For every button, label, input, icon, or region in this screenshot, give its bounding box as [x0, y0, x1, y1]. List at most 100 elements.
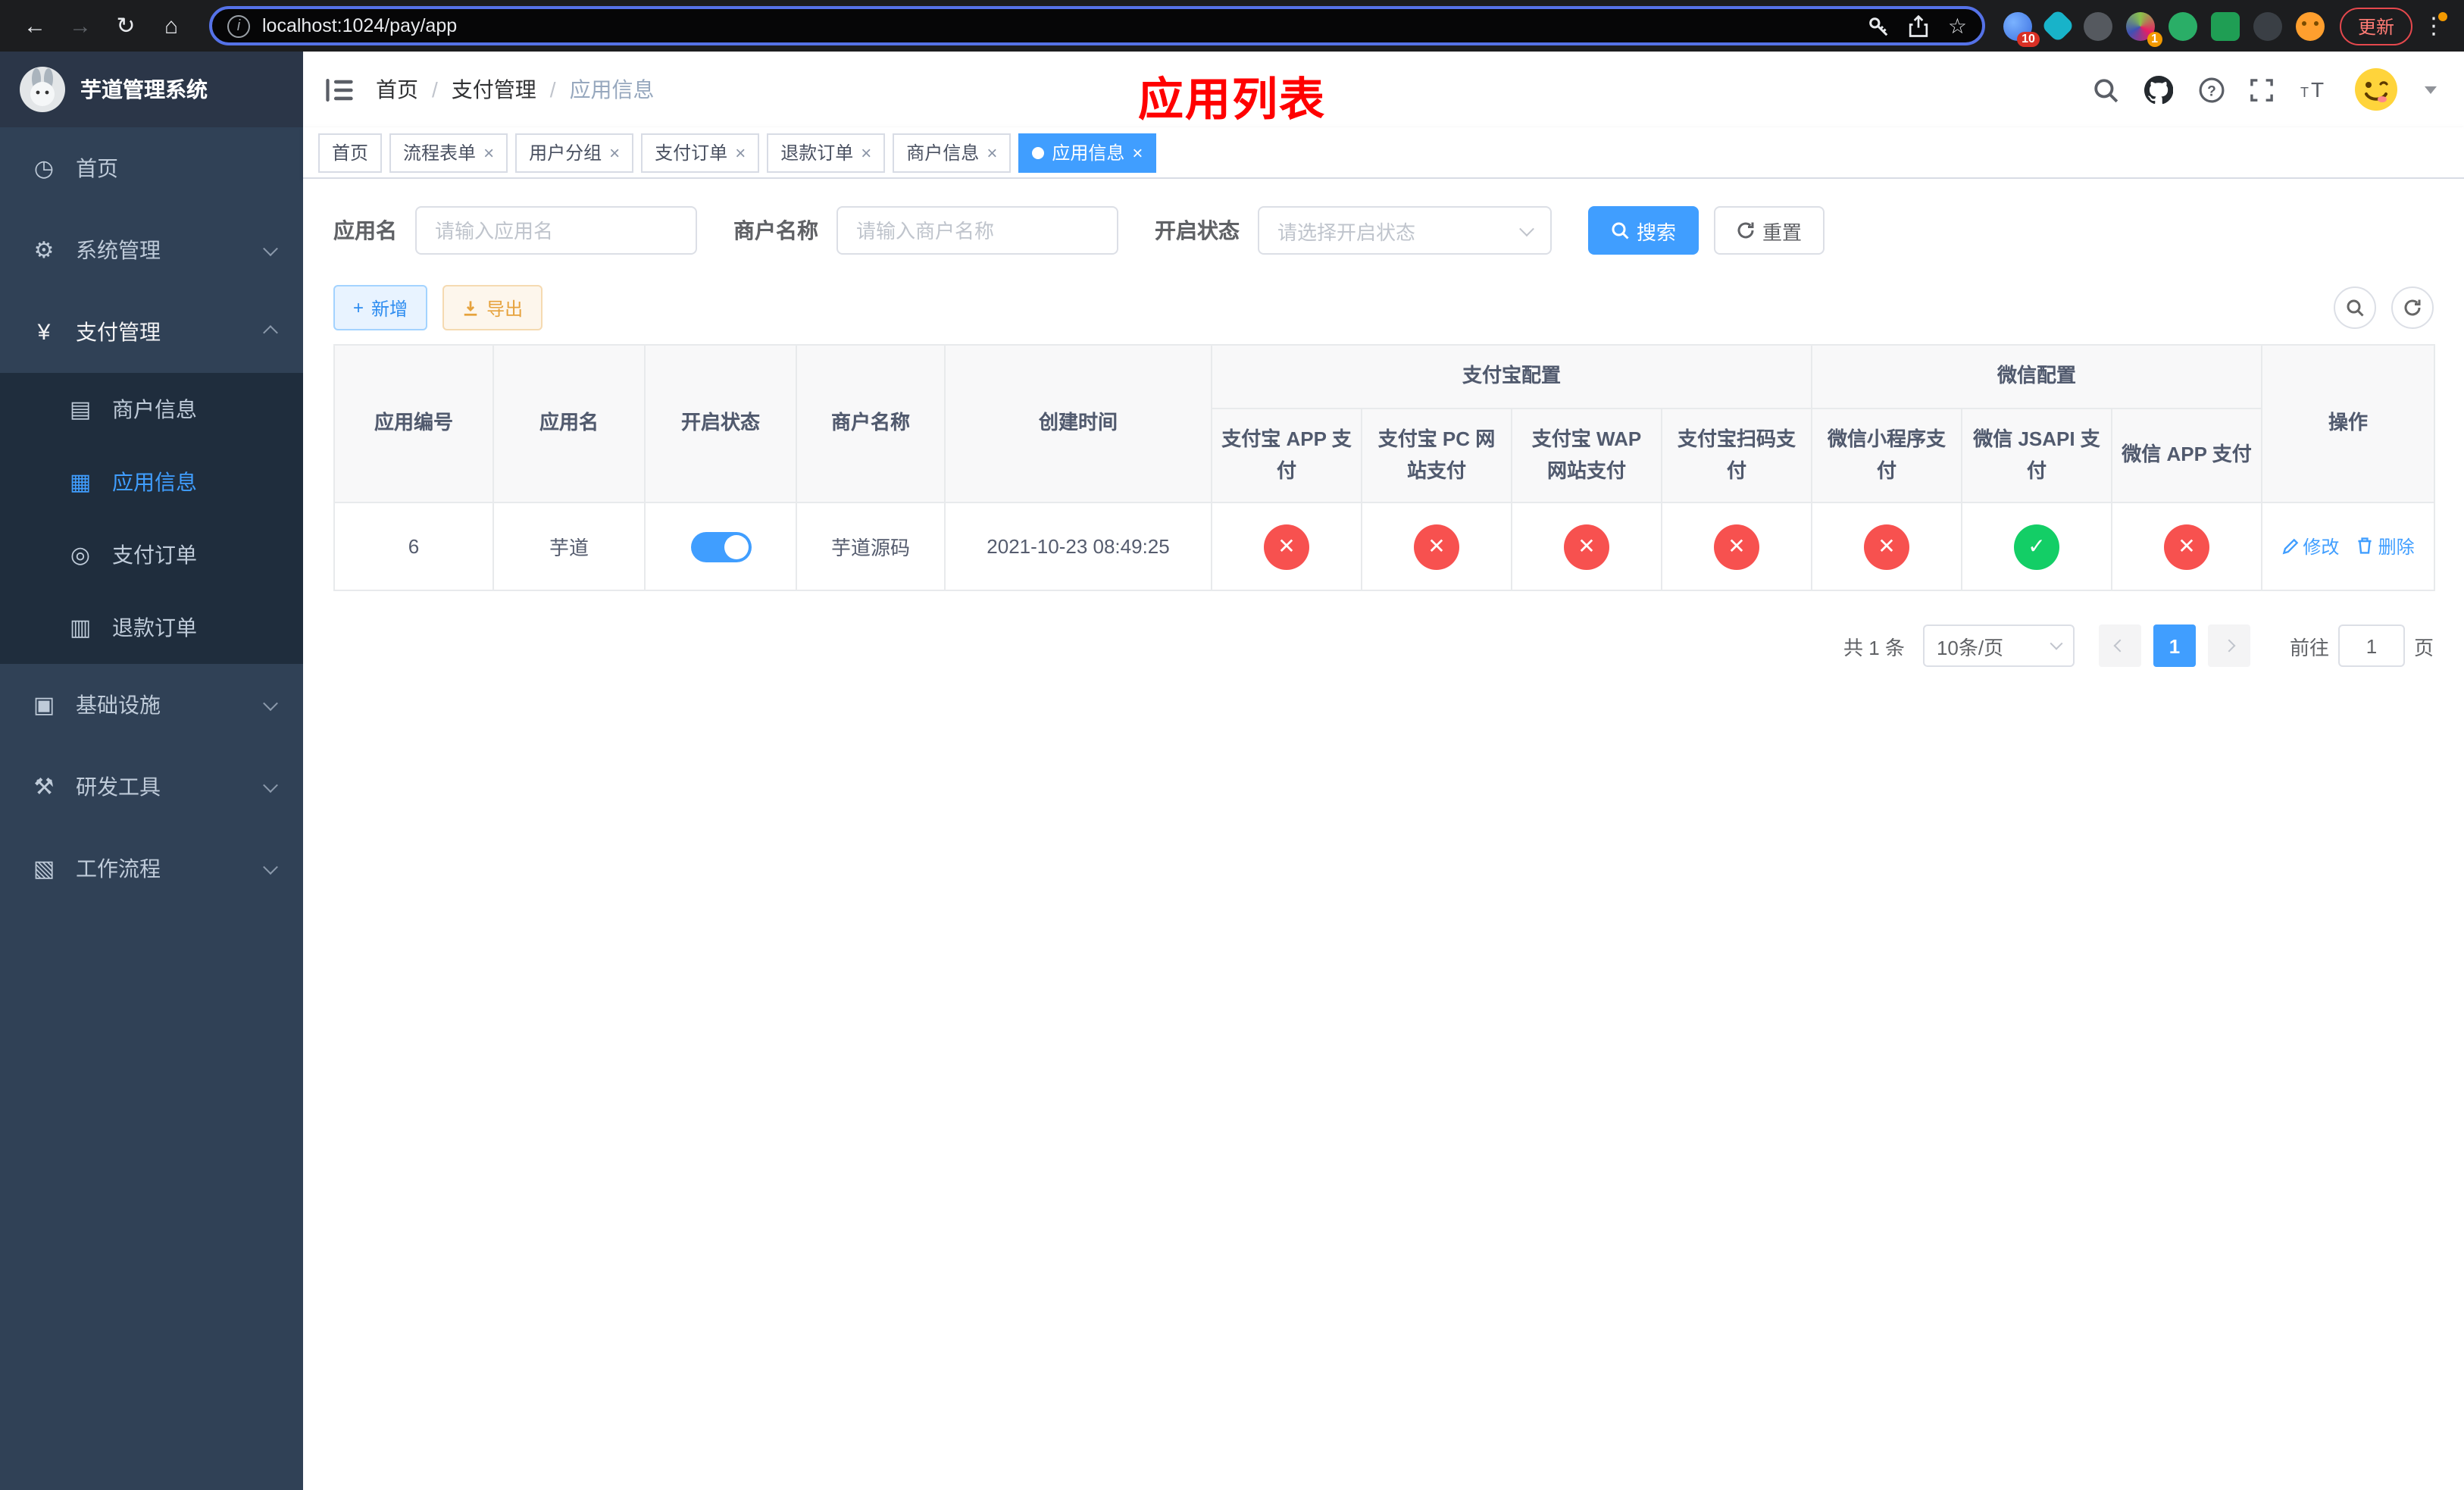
yen-icon: ¥	[37, 319, 51, 345]
add-button[interactable]: + 新增	[333, 285, 428, 330]
caret-down-icon[interactable]	[2425, 86, 2437, 99]
hamburger-button[interactable]	[303, 78, 376, 101]
prev-page-button[interactable]	[2098, 624, 2141, 667]
chevron-down-icon	[263, 240, 278, 256]
app-name-input[interactable]	[415, 206, 697, 255]
extension-icon-1[interactable]: 10	[2003, 11, 2040, 46]
site-info-icon[interactable]: i	[227, 14, 250, 37]
sidebar-item-merchant-info[interactable]: ▤ 商户信息	[0, 373, 303, 446]
sidebar-item-payment-management[interactable]: ¥ 支付管理	[0, 291, 303, 373]
sidebar-item-label: 应用信息	[112, 470, 197, 494]
cell-wechat-jsapi: ✓	[1961, 502, 2113, 591]
cell-app-name: 芋道	[492, 502, 646, 591]
sidebar-item-label: 研发工具	[76, 775, 161, 799]
search-icon[interactable]	[2093, 77, 2118, 102]
help-icon[interactable]: ?	[2199, 77, 2225, 102]
cell-alipay-qr: ✕	[1660, 502, 1813, 591]
sidebar-item-label: 首页	[76, 156, 118, 180]
tab-pay-order[interactable]: 支付订单 ×	[641, 133, 760, 172]
search-button[interactable]: 搜索	[1588, 206, 1699, 255]
extension-badge: 10	[2017, 31, 2040, 46]
close-tab-icon[interactable]: ×	[483, 143, 494, 161]
svg-text:?: ?	[2207, 83, 2216, 99]
sidebar-item-infrastructure[interactable]: ▣ 基础设施	[0, 664, 303, 746]
breadcrumb-home[interactable]: 首页	[376, 74, 418, 105]
extension-icon-3[interactable]	[2083, 11, 2112, 40]
toggle-search-button[interactable]	[2334, 286, 2376, 329]
status-toggle[interactable]	[690, 531, 751, 562]
browser-menu-button[interactable]: ⋮	[2419, 12, 2449, 39]
next-page-button[interactable]	[2207, 624, 2250, 667]
sidebar-item-home[interactable]: ◷ 首页	[0, 127, 303, 209]
extension-icon-7[interactable]	[2253, 11, 2282, 40]
url-bar[interactable]: i localhost:1024/pay/app ☆	[209, 6, 1985, 45]
cell-actions: 修改 删除	[2261, 502, 2436, 591]
app-logo: 芋道管理系统	[0, 52, 303, 127]
sidebar-item-refund-order[interactable]: ▥ 退款订单	[0, 591, 303, 664]
chevron-down-icon	[263, 695, 278, 711]
extension-badge: 1	[2147, 31, 2162, 46]
reset-button-label: 重置	[1762, 221, 1803, 243]
tab-refund-order[interactable]: 退款订单 ×	[767, 133, 886, 172]
tab-process-form[interactable]: 流程表单 ×	[389, 133, 508, 172]
tab-home[interactable]: 首页	[318, 133, 383, 172]
extension-icon-8[interactable]	[2295, 11, 2325, 40]
export-button[interactable]: 导出	[442, 285, 543, 330]
url-text[interactable]: localhost:1024/pay/app	[262, 15, 1856, 36]
tab-label: 支付订单	[655, 142, 728, 164]
breadcrumb-payment[interactable]: 支付管理	[452, 74, 536, 105]
sidebar-item-app-info[interactable]: ▦ 应用信息	[0, 446, 303, 518]
page-content: 应用名 商户名称 开启状态 请选择开启状态 搜索 重置	[303, 179, 2464, 1490]
forward-button[interactable]: →	[61, 6, 100, 45]
close-tab-icon[interactable]: ×	[861, 143, 871, 161]
tab-app-info[interactable]: 应用信息 ×	[1018, 133, 1157, 172]
reset-button[interactable]: 重置	[1714, 206, 1825, 255]
close-tab-icon[interactable]: ×	[735, 143, 746, 161]
goto-page-input[interactable]	[2337, 624, 2405, 667]
extension-icon-5[interactable]	[2168, 11, 2197, 40]
extension-icon-2[interactable]	[2040, 8, 2075, 43]
chevron-left-icon	[2113, 639, 2127, 653]
page-size-select[interactable]: 10条/页	[1922, 624, 2075, 667]
close-tab-icon[interactable]: ×	[1132, 143, 1143, 161]
bookmark-star-icon[interactable]: ☆	[1948, 13, 1967, 39]
sidebar-item-dev-tools[interactable]: ⚒ 研发工具	[0, 746, 303, 828]
tab-user-group[interactable]: 用户分组 ×	[515, 133, 634, 172]
dashboard-icon: ◷	[33, 156, 55, 182]
close-tab-icon[interactable]: ×	[609, 143, 620, 161]
status-select[interactable]: 请选择开启状态	[1258, 206, 1552, 255]
reload-button[interactable]: ↻	[106, 6, 145, 45]
tab-label: 商户信息	[906, 142, 980, 164]
sidebar-item-label: 基础设施	[76, 693, 161, 717]
column-header-id: 应用编号	[333, 344, 494, 503]
refresh-table-button[interactable]	[2391, 286, 2434, 329]
edit-button[interactable]: 修改	[2281, 534, 2339, 560]
sidebar-item-system-management[interactable]: ⚙ 系统管理	[0, 209, 303, 291]
tab-label: 流程表单	[403, 142, 477, 164]
page-number-button[interactable]: 1	[2153, 624, 2196, 667]
edit-icon	[2282, 539, 2298, 555]
page-size-value: 10条/页	[1936, 636, 2004, 659]
browser-update-button[interactable]: 更新	[2339, 7, 2412, 45]
merchant-name-input[interactable]	[836, 206, 1118, 255]
github-icon[interactable]	[2144, 75, 2173, 104]
sidebar-item-workflow[interactable]: ▧ 工作流程	[0, 828, 303, 909]
extensions-area: 10 1	[2003, 8, 2325, 46]
share-icon[interactable]	[1909, 14, 1930, 37]
tab-label: 首页	[332, 142, 369, 164]
home-button[interactable]: ⌂	[152, 6, 191, 45]
close-tab-icon[interactable]: ×	[987, 143, 997, 161]
sidebar-item-label: 商户信息	[112, 397, 197, 421]
payment-submenu: ▤ 商户信息 ▦ 应用信息 ◎ 支付订单 ▥ 退款订单	[0, 373, 303, 664]
extension-icon-4[interactable]: 1	[2125, 11, 2162, 46]
back-button[interactable]: ←	[15, 6, 55, 45]
trash-icon	[2359, 537, 2372, 555]
fullscreen-icon[interactable]	[2250, 78, 2273, 101]
delete-button[interactable]: 删除	[2357, 534, 2415, 559]
passkey-icon[interactable]	[1868, 14, 1890, 37]
user-avatar[interactable]	[2353, 67, 2399, 112]
extension-icon-6[interactable]	[2210, 11, 2240, 40]
font-size-icon[interactable]: TT	[2299, 77, 2328, 102]
tab-merchant-info[interactable]: 商户信息 ×	[893, 133, 1012, 172]
sidebar-item-pay-order[interactable]: ◎ 支付订单	[0, 518, 303, 591]
